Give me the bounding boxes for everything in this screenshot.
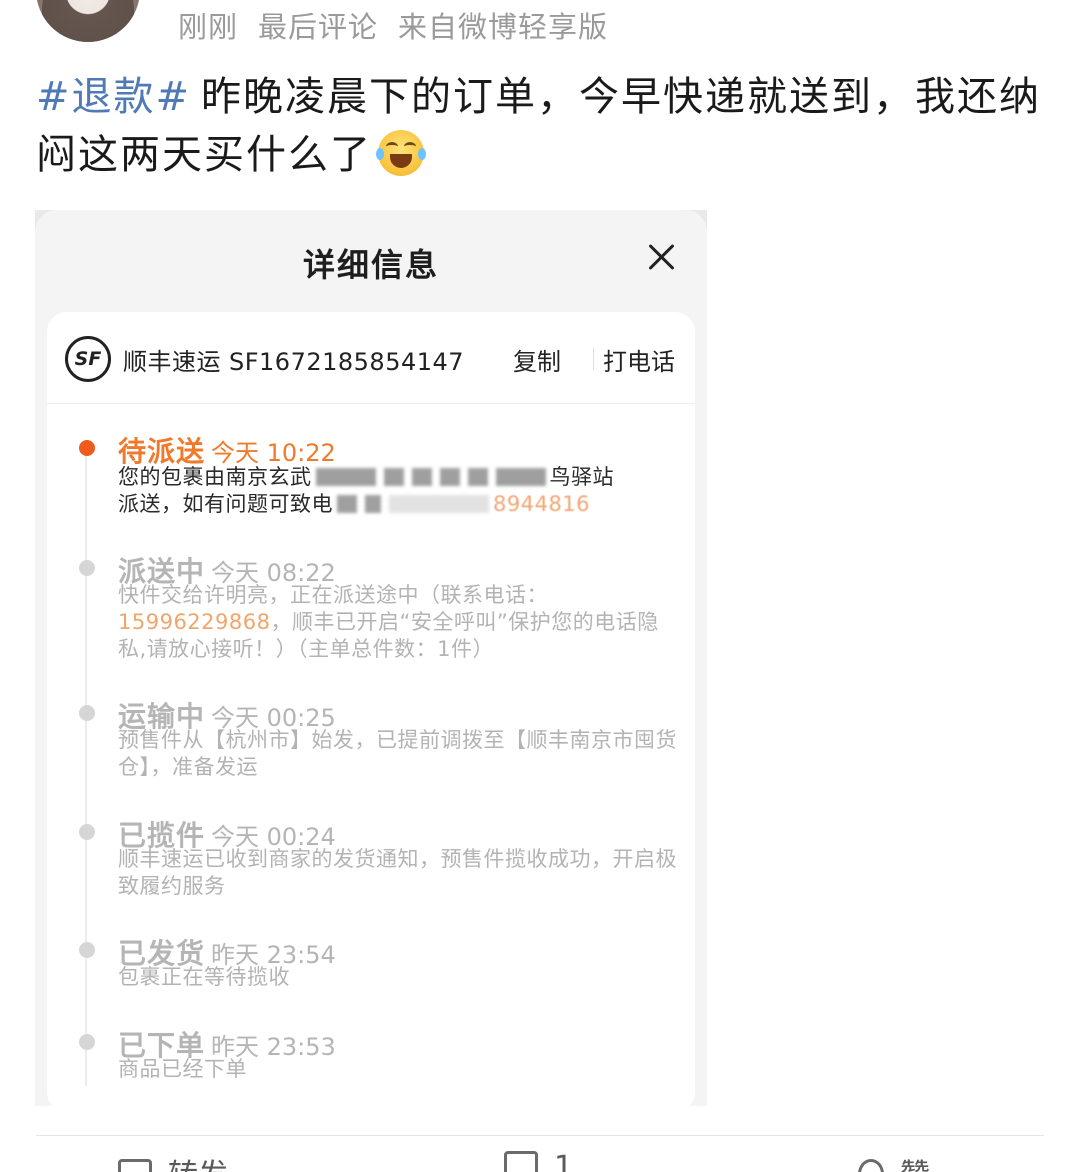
redaction-mark	[389, 495, 489, 513]
timeline-line	[85, 446, 87, 1086]
redaction-mark	[365, 495, 381, 513]
event-time: 今天 10:22	[211, 439, 336, 467]
sheet-title: 详细信息	[302, 246, 439, 284]
copy-button[interactable]: 复制	[513, 342, 561, 377]
thumbs-up-icon	[858, 1159, 884, 1172]
event-desc-part: 您的包裹由南京玄武	[118, 465, 312, 489]
close-icon[interactable]	[645, 240, 679, 274]
redaction-mark	[467, 468, 488, 486]
redaction-mark	[411, 468, 432, 486]
hashtag-link[interactable]: #退款#	[36, 74, 191, 120]
event-desc-part: 派送，如有问题可致电	[118, 492, 333, 516]
event-desc-part: 快件交给许明亮，正在派送途中（联系电话：	[118, 583, 548, 607]
redaction-mark	[439, 468, 460, 486]
timeline-dot	[79, 705, 95, 721]
event-description: 预售件从【杭州市】始发，已提前调拨至【顺丰南京市囤货仓】，准备发运	[118, 728, 677, 779]
event-description: 快件交给许明亮，正在派送途中（联系电话：15996229868，顺丰已开启“安全…	[118, 582, 678, 663]
sf-logo-icon: SF	[65, 336, 111, 382]
post-body: #退款# 昨晚凌晨下的订单，今早快递就送到，我还纳闷这两天买什么了	[36, 68, 1046, 184]
redaction-mark	[495, 468, 546, 486]
carrier-row: SF 顺丰速运 SF1672185854147 复制 打电话	[47, 312, 695, 404]
repost-label: 转发	[168, 1158, 228, 1172]
post-meta: 刚刚 最后评论 来自微博轻享版	[178, 4, 628, 46]
redaction-mark	[383, 468, 404, 486]
tracking-number: SF1672185854147	[229, 348, 465, 376]
timeline-dot	[79, 942, 95, 958]
event-phone-partial: 8944816	[493, 492, 591, 516]
timeline-dot-active	[79, 440, 95, 456]
event-description: 您的包裹由南京玄武 鸟驿站 派送，如有问题可致电 8944816	[118, 464, 678, 518]
user-avatar[interactable]	[36, 0, 140, 42]
divider	[593, 348, 594, 370]
event-description: 顺丰速运已收到商家的发货通知，预售件揽收成功，开启极致履约服务	[118, 847, 677, 898]
redaction-mark	[315, 468, 376, 486]
redaction-mark	[337, 495, 357, 513]
event-description: 商品已经下单	[118, 1057, 247, 1081]
action-bar-divider	[36, 1135, 1044, 1136]
comment-button[interactable]: 1	[504, 1150, 573, 1172]
last-comment-label: 最后评论	[258, 10, 379, 44]
post-time: 刚刚	[178, 10, 239, 44]
timeline-dot	[79, 1034, 95, 1050]
carrier-info: 顺丰速运 SF1672185854147	[123, 342, 464, 377]
call-button[interactable]: 打电话	[603, 342, 675, 377]
event-description: 包裹正在等待揽收	[118, 965, 290, 989]
repost-icon	[118, 1159, 152, 1172]
timeline-dot	[79, 824, 95, 840]
like-button[interactable]: 赞	[858, 1150, 930, 1172]
attached-image[interactable]: 详细信息 SF 顺丰速运 SF1672185854147 复制 打电话 待派送 …	[35, 210, 707, 1106]
weibo-post: 刚刚 最后评论 来自微博轻享版 #退款# 昨晚凌晨下的订单，今早快递就送到，我还纳闷这…	[0, 0, 1080, 1172]
event-desc-part: 鸟驿站	[549, 465, 614, 489]
detail-sheet: 详细信息 SF 顺丰速运 SF1672185854147 复制 打电话 待派送 …	[35, 210, 707, 1106]
courier-phone-link[interactable]: 15996229868	[118, 610, 270, 634]
post-source[interactable]: 来自微博轻享版	[398, 10, 608, 44]
timeline-dot	[79, 560, 95, 576]
repost-button[interactable]: 转发	[118, 1150, 228, 1172]
carrier-name: 顺丰速运	[123, 348, 221, 376]
comment-count: 1	[554, 1150, 574, 1172]
laughing-crying-emoji-icon	[376, 130, 426, 176]
comment-icon	[504, 1151, 538, 1172]
like-label: 赞	[900, 1158, 930, 1172]
